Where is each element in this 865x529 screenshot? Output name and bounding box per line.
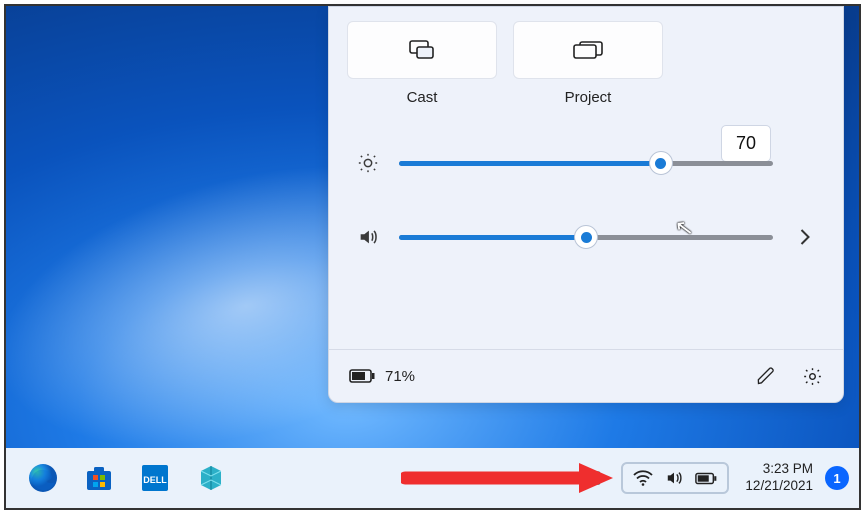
onedrive-icon[interactable] [543, 471, 565, 485]
brightness-slider[interactable] [399, 161, 773, 166]
brightness-icon [355, 152, 381, 174]
cast-tile[interactable] [347, 21, 497, 79]
project-label: Project [513, 89, 663, 106]
svg-text:DELL: DELL [143, 475, 167, 485]
speaker-icon [355, 226, 381, 248]
battery-percent: 71% [385, 368, 415, 385]
quick-settings-footer: 71% [329, 349, 843, 402]
quick-settings-flyout: Cast Project 70 [328, 6, 844, 403]
clock-time: 3:23 PM [763, 461, 813, 478]
clock-date: 12/21/2021 [745, 478, 813, 495]
project-icon [573, 41, 603, 59]
volume-slider-row [329, 226, 843, 248]
brightness-tooltip: 70 [721, 125, 771, 162]
taskbar-clock[interactable]: 3:23 PM 12/21/2021 [745, 461, 813, 495]
microsoft-store-icon[interactable] [82, 461, 116, 495]
cast-icon [409, 40, 435, 60]
cast-label: Cast [347, 89, 497, 106]
dell-icon[interactable]: DELL [138, 461, 172, 495]
notification-badge[interactable]: 1 [825, 466, 849, 490]
edge-icon[interactable] [26, 461, 60, 495]
edit-quick-settings-icon[interactable] [756, 366, 776, 386]
volume-slider[interactable] [399, 235, 773, 240]
app-stack-icon[interactable] [194, 461, 228, 495]
keyboard-icon[interactable] [581, 471, 601, 485]
speaker-tray-icon [665, 470, 683, 486]
project-tile[interactable] [513, 21, 663, 79]
battery-icon [349, 369, 375, 383]
volume-output-chevron[interactable] [791, 227, 817, 247]
tray-chevron-up-icon[interactable] [513, 473, 527, 483]
system-tray-quick-settings[interactable] [621, 462, 729, 494]
battery-tray-icon [695, 472, 717, 485]
settings-gear-icon[interactable] [802, 366, 823, 387]
wifi-icon [633, 470, 653, 486]
taskbar: DELL 3:23 PM 12/21/2021 1 [6, 448, 859, 508]
